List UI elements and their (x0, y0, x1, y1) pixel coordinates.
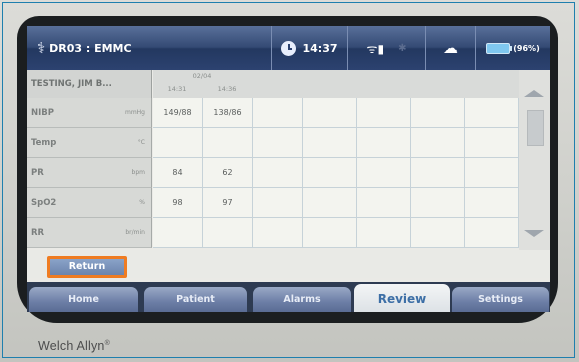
table-cell[interactable] (465, 188, 519, 218)
brand-logo: Welch Allyn® (38, 339, 110, 353)
vital-name: RR (31, 228, 45, 238)
table-cell[interactable] (253, 128, 303, 158)
table-cell[interactable] (411, 128, 465, 158)
table-cell[interactable] (303, 158, 357, 188)
table-cell[interactable] (357, 218, 411, 248)
table-row: Temp °C (27, 128, 519, 158)
table-cell[interactable]: 84 (153, 158, 203, 188)
tab-alarms[interactable]: Alarms (253, 287, 351, 312)
time-header[interactable]: 14:36 (202, 85, 252, 93)
table-cell[interactable] (253, 188, 303, 218)
table-cell[interactable]: 62 (203, 158, 253, 188)
monitor-screen: ⚕ DR03 : EMMC 14:37 ᯤ▮ ✱ ☁ (96%) TESTING… (27, 26, 550, 312)
review-table: TESTING, JIM B... 02/04 14:31 14:36 NIBP… (27, 70, 519, 250)
table-cell[interactable]: 149/88 (153, 98, 203, 128)
current-time: 14:37 (302, 41, 338, 55)
table-cell[interactable] (203, 218, 253, 248)
table-cell[interactable] (303, 98, 357, 128)
table-cell[interactable] (253, 158, 303, 188)
row-label: NIBP mmHg (27, 98, 152, 128)
table-cell[interactable] (303, 218, 357, 248)
table-cell[interactable] (153, 218, 203, 248)
table-cell[interactable] (357, 98, 411, 128)
battery-icon (486, 42, 513, 54)
vital-name: Temp (31, 138, 57, 148)
tab-bar: Home Patient Alarms Review Settings (27, 282, 550, 312)
scroll-thumb[interactable] (527, 110, 544, 146)
row-label: Temp °C (27, 128, 152, 158)
table-cell[interactable]: 98 (153, 188, 203, 218)
user-network-area[interactable]: ☁ (426, 26, 476, 70)
table-row: SpO2% 98 97 (27, 188, 519, 218)
table-row: NIBP mmHg 149/88 138/86 (27, 98, 519, 128)
scrollbar[interactable] (519, 70, 550, 250)
row-label: PR bpm (27, 158, 152, 188)
clock-icon (281, 40, 297, 56)
user-network-icon: ☁ (443, 39, 458, 57)
table-header: TESTING, JIM B... 02/04 14:31 14:36 (27, 70, 519, 98)
scroll-up-arrow-icon[interactable] (524, 90, 544, 97)
device-info[interactable]: ⚕ DR03 : EMMC (27, 26, 272, 70)
table-cell[interactable] (153, 128, 203, 158)
table-cell[interactable] (303, 188, 357, 218)
status-bar: ⚕ DR03 : EMMC 14:37 ᯤ▮ ✱ ☁ (96%) (27, 26, 550, 70)
table-cell[interactable] (253, 218, 303, 248)
wifi-signal-icon: ᯤ▮ (366, 41, 385, 56)
tab-review[interactable]: Review (354, 284, 450, 312)
tab-patient[interactable]: Patient (144, 287, 247, 312)
table-cell[interactable] (411, 218, 465, 248)
row-label: RR br/min (27, 218, 152, 248)
connectivity-area[interactable]: ᯤ▮ ✱ (348, 26, 426, 70)
table-cell[interactable] (411, 158, 465, 188)
vital-name: NIBP (31, 108, 54, 118)
table-row: RR br/min (27, 218, 519, 248)
table-cell[interactable] (465, 218, 519, 248)
return-button[interactable]: Return (47, 256, 127, 278)
time-header[interactable]: 14:31 (152, 85, 202, 93)
battery-level: (96%) (513, 43, 540, 53)
vital-unit: mmHg (124, 109, 145, 116)
caduceus-icon: ⚕ (37, 39, 46, 57)
vital-name: PR (31, 168, 44, 178)
table-cell[interactable] (357, 128, 411, 158)
table-cell[interactable]: 138/86 (203, 98, 253, 128)
vital-name: SpO2 (31, 198, 57, 208)
vital-unit: °C (137, 139, 145, 146)
battery-area[interactable]: (96%) (476, 26, 550, 70)
vital-unit: % (139, 199, 145, 206)
table-cell[interactable] (465, 98, 519, 128)
table-cell[interactable] (465, 158, 519, 188)
table-cell[interactable] (357, 158, 411, 188)
table-cell[interactable] (253, 98, 303, 128)
tab-home[interactable]: Home (29, 287, 138, 312)
table-cell[interactable]: 97 (203, 188, 253, 218)
row-label: SpO2% (27, 188, 152, 218)
table-cell[interactable] (411, 188, 465, 218)
table-cell[interactable] (465, 128, 519, 158)
vital-unit: br/min (125, 229, 145, 236)
device-frame: Welch Allyn® ⚕ DR03 : EMMC 14:37 ᯤ▮ ✱ ☁ … (0, 0, 579, 362)
table-cell[interactable] (303, 128, 357, 158)
device-name: DR03 : EMMC (49, 41, 132, 55)
bluetooth-icon: ✱ (398, 42, 407, 54)
scroll-down-arrow-icon[interactable] (524, 230, 544, 237)
vital-unit: bpm (131, 169, 145, 176)
tab-settings[interactable]: Settings (452, 287, 549, 312)
table-cell[interactable] (357, 188, 411, 218)
clock-area[interactable]: 14:37 (272, 26, 348, 70)
table-cell[interactable] (203, 128, 253, 158)
patient-name[interactable]: TESTING, JIM B... (27, 70, 152, 98)
date-header: 02/04 (192, 72, 212, 80)
table-row: PR bpm 84 62 (27, 158, 519, 188)
table-cell[interactable] (411, 98, 465, 128)
